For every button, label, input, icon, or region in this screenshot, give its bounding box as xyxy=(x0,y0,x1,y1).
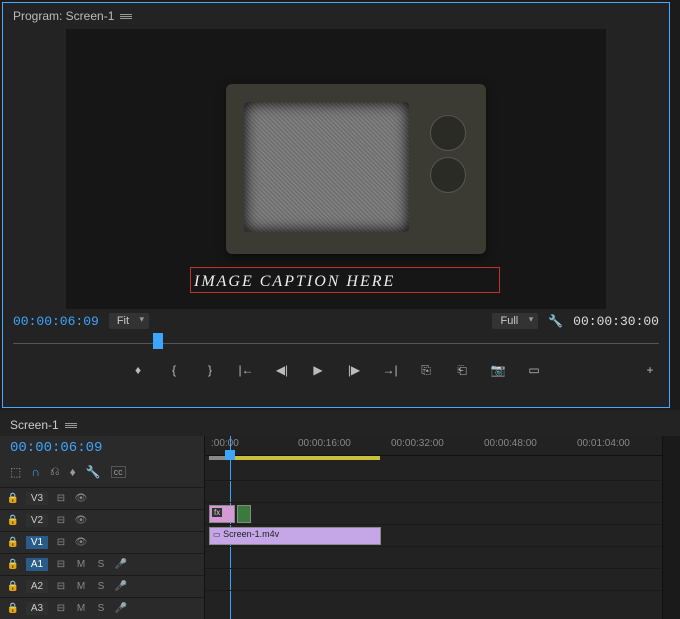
video-preview[interactable]: IMAGE CAPTION HERE xyxy=(66,29,606,309)
timeline-tab[interactable]: Screen-1 xyxy=(10,418,59,432)
lock-icon[interactable]: 🔒 xyxy=(6,515,20,526)
voice-over-icon[interactable]: 🎤 xyxy=(114,581,128,592)
solo-button[interactable]: S xyxy=(94,603,108,614)
track-a2-header[interactable]: 🔒 A2 ⊟ M S 🎤 xyxy=(0,575,204,597)
audio-meter xyxy=(662,436,680,619)
track-v3-lane[interactable] xyxy=(205,480,662,502)
step-back-button[interactable]: ◀| xyxy=(273,361,291,379)
eye-icon[interactable]: 👁 xyxy=(74,515,88,526)
marker-button[interactable]: ♦ xyxy=(129,361,147,379)
add-button[interactable]: + xyxy=(641,361,659,379)
solo-button[interactable]: S xyxy=(94,581,108,592)
track-a2-label[interactable]: A2 xyxy=(26,580,48,593)
ruler-label: 00:01:04:00 xyxy=(577,438,630,449)
timeline-ruler[interactable]: :00:00 00:00:16:00 00:00:32:00 00:00:48:… xyxy=(205,436,662,456)
ruler-label: 00:00:16:00 xyxy=(298,438,351,449)
track-v1-lane[interactable]: ▭ Screen-1.m4v xyxy=(205,524,662,546)
quality-dropdown[interactable]: Full xyxy=(492,313,538,329)
current-timecode[interactable]: 00:00:06:09 xyxy=(13,314,99,329)
track-v1-header[interactable]: 🔒 V1 ⊟ 👁 xyxy=(0,531,204,553)
track-v2-header[interactable]: 🔒 V2 ⊟ 👁 xyxy=(0,509,204,531)
track-a1-header[interactable]: 🔒 A1 ⊟ M S 🎤 xyxy=(0,553,204,575)
lock-icon[interactable]: 🔒 xyxy=(6,493,20,504)
lock-icon[interactable]: 🔒 xyxy=(6,537,20,548)
track-v1-label[interactable]: V1 xyxy=(26,536,48,549)
timeline-menu-icon[interactable] xyxy=(65,423,77,428)
duration-timecode: 00:00:30:00 xyxy=(573,314,659,329)
lock-icon[interactable]: 🔒 xyxy=(6,603,20,614)
snapshot-button[interactable]: 📷 xyxy=(489,361,507,379)
eye-icon[interactable]: 👁 xyxy=(74,493,88,504)
mark-out-button[interactable]: } xyxy=(201,361,219,379)
track-v2-label[interactable]: V2 xyxy=(26,514,48,527)
toggle-sync-icon[interactable]: ⊟ xyxy=(54,515,68,526)
ruler-label: 00:00:32:00 xyxy=(391,438,444,449)
timeline-tracks[interactable]: :00:00 00:00:16:00 00:00:32:00 00:00:48:… xyxy=(205,436,662,619)
snap-icon[interactable]: ∩ xyxy=(31,465,40,479)
track-header-area: 00:00:06:09 ⬚ ∩ ⎌ ♦ 🔧 cc 🔒 V3 ⊟ 👁 🔒 V2 ⊟… xyxy=(0,436,205,619)
track-v3-label[interactable]: V3 xyxy=(26,492,48,505)
toggle-sync-icon[interactable]: ⊟ xyxy=(54,559,68,570)
clip-fx-icon: ▭ xyxy=(213,530,221,539)
mute-button[interactable]: M xyxy=(74,603,88,614)
toggle-sync-icon[interactable]: ⊟ xyxy=(54,493,68,504)
track-a1-lane[interactable] xyxy=(205,546,662,568)
work-area-bar[interactable] xyxy=(209,456,225,460)
track-v2-lane[interactable]: fx xyxy=(205,502,662,524)
program-playhead[interactable] xyxy=(153,333,163,349)
program-time-ruler[interactable] xyxy=(13,333,659,355)
panel-menu-icon[interactable] xyxy=(120,14,132,19)
transport-controls: ♦ { } |← ◀| ▶ |▶ →| ⎘ ⎗ 📷 ▭ + xyxy=(3,355,669,389)
step-forward-button[interactable]: |▶ xyxy=(345,361,363,379)
track-a2-lane[interactable] xyxy=(205,568,662,590)
linked-selection-icon[interactable]: ⎌ xyxy=(50,464,60,479)
track-v3-header[interactable]: 🔒 V3 ⊟ 👁 xyxy=(0,487,204,509)
go-to-out-button[interactable]: →| xyxy=(381,361,399,379)
voice-over-icon[interactable]: 🎤 xyxy=(114,559,128,570)
timeline-timecode[interactable]: 00:00:06:09 xyxy=(0,436,204,460)
program-panel-header: Program: Screen-1 xyxy=(3,3,669,29)
export-frame-button[interactable]: ▭ xyxy=(525,361,543,379)
lock-icon[interactable]: 🔒 xyxy=(6,559,20,570)
clip-name: Screen-1.m4v xyxy=(223,529,279,539)
timeline-tools: ⬚ ∩ ⎌ ♦ 🔧 cc xyxy=(0,460,204,487)
wrench-icon[interactable]: 🔧 xyxy=(86,465,101,479)
ruler-label: 00:00:48:00 xyxy=(484,438,537,449)
solo-button[interactable]: S xyxy=(94,559,108,570)
ruler-label: :00:00 xyxy=(211,438,239,449)
mute-button[interactable]: M xyxy=(74,559,88,570)
mute-button[interactable]: M xyxy=(74,581,88,592)
mark-in-button[interactable]: { xyxy=(165,361,183,379)
clip-color-matte[interactable] xyxy=(237,505,251,523)
marker-icon[interactable]: ♦ xyxy=(70,465,76,479)
clip-title[interactable]: fx xyxy=(209,505,235,523)
toggle-sync-icon[interactable]: ⊟ xyxy=(54,581,68,592)
lift-button[interactable]: ⎘ xyxy=(417,361,435,379)
track-a3-lane[interactable] xyxy=(205,590,662,612)
clip-video[interactable]: ▭ Screen-1.m4v xyxy=(209,527,381,545)
zoom-dropdown[interactable]: Fit xyxy=(109,313,149,329)
nest-icon[interactable]: ⬚ xyxy=(10,465,21,479)
timeline-panel: Screen-1 00:00:06:09 ⬚ ∩ ⎌ ♦ 🔧 cc 🔒 V3 ⊟… xyxy=(0,410,680,619)
play-button[interactable]: ▶ xyxy=(309,361,327,379)
program-panel-title: Program: Screen-1 xyxy=(13,9,114,23)
program-monitor-panel: Program: Screen-1 IMAGE CAPTION HERE 00:… xyxy=(2,2,670,408)
tv-graphic xyxy=(226,84,486,269)
settings-icon[interactable]: 🔧 xyxy=(548,314,563,328)
voice-over-icon[interactable]: 🎤 xyxy=(114,603,128,614)
track-a3-label[interactable]: A3 xyxy=(26,602,48,615)
track-a1-label[interactable]: A1 xyxy=(26,558,48,571)
fx-badge: fx xyxy=(212,508,222,517)
lock-icon[interactable]: 🔒 xyxy=(6,581,20,592)
cc-icon[interactable]: cc xyxy=(111,466,126,478)
track-a3-header[interactable]: 🔒 A3 ⊟ M S 🎤 xyxy=(0,597,204,619)
go-to-in-button[interactable]: |← xyxy=(237,361,255,379)
toggle-sync-icon[interactable]: ⊟ xyxy=(54,537,68,548)
work-area-bar-rendered[interactable] xyxy=(225,456,380,460)
caption-text[interactable]: IMAGE CAPTION HERE xyxy=(194,273,395,291)
eye-icon[interactable]: 👁 xyxy=(74,537,88,548)
toggle-sync-icon[interactable]: ⊟ xyxy=(54,603,68,614)
extract-button[interactable]: ⎗ xyxy=(453,361,471,379)
